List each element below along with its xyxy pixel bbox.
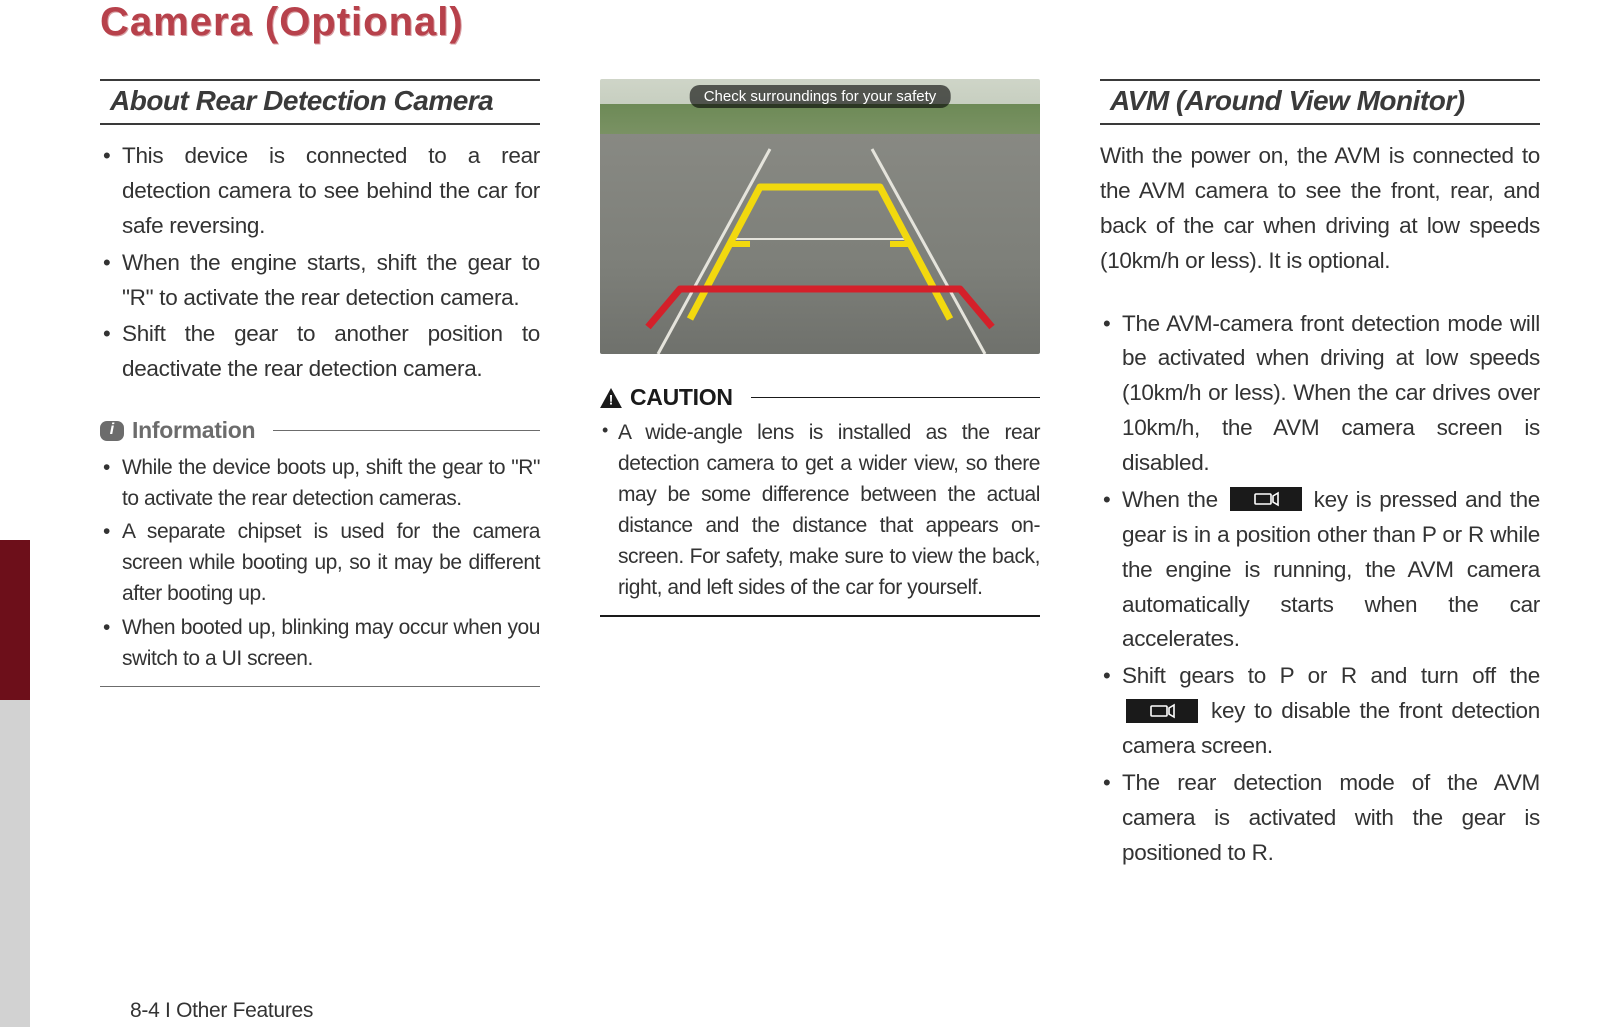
list-item: This device is connected to a rear detec… — [100, 139, 540, 244]
list-item: The rear detection mode of the AVM camer… — [1100, 766, 1540, 871]
section-heading-avm: AVM (Around View Monitor) — [1100, 79, 1540, 125]
avm-intro: With the power on, the AVM is connected … — [1100, 139, 1540, 279]
info-icon: i — [100, 421, 124, 441]
list-item: Shift the gear to another position to de… — [100, 317, 540, 387]
page-footer: 8-4 I Other Features — [130, 999, 313, 1023]
divider-line — [273, 430, 540, 432]
text-fragment: When the — [1122, 487, 1226, 512]
chapter-name: Other Features — [176, 999, 313, 1022]
page-title: Camera (Optional) — [100, 0, 1605, 45]
caution-bullets: A wide-angle lens is installed as the re… — [600, 417, 1040, 603]
rear-camera-screenshot: Check surroundings for your safety — [600, 79, 1040, 354]
camera-guidelines-overlay — [600, 79, 1040, 354]
rear-camera-bullets: This device is connected to a rear detec… — [100, 139, 540, 387]
svg-text:!: ! — [609, 392, 614, 407]
column-3: AVM (Around View Monitor) With the power… — [1100, 79, 1540, 901]
info-label: Information — [132, 417, 255, 444]
divider-line — [751, 397, 1040, 399]
list-item: A separate chipset is used for the camer… — [100, 516, 540, 609]
camera-overlay-text: Check surroundings for your safety — [690, 85, 951, 108]
avm-bullets: The AVM-camera front detection mode will… — [1100, 307, 1540, 871]
divider-line — [600, 615, 1040, 617]
columns: About Rear Detection Camera This device … — [100, 79, 1605, 901]
information-heading: i Information — [100, 417, 540, 444]
footer-divider: I — [159, 999, 176, 1022]
camera-key-icon — [1230, 487, 1302, 511]
list-item: When the engine starts, shift the gear t… — [100, 246, 540, 316]
tab-spacer — [0, 0, 30, 540]
list-item: The AVM-camera front detection mode will… — [1100, 307, 1540, 481]
content-area: Camera (Optional) About Rear Detection C… — [30, 0, 1605, 1027]
list-item: When booted up, blinking may occur when … — [100, 612, 540, 674]
column-1: About Rear Detection Camera This device … — [100, 79, 540, 901]
caution-heading: ! CAUTION — [600, 384, 1040, 411]
camera-key-icon — [1126, 699, 1198, 723]
list-item: When the key is pressed and the gear is … — [1100, 483, 1540, 657]
section-tab-active — [0, 540, 30, 700]
column-2: Check surroundings for your safety ! CAU… — [600, 79, 1040, 901]
divider-line — [100, 686, 540, 688]
left-tab-bar — [0, 0, 30, 1027]
section-heading-rear-camera: About Rear Detection Camera — [100, 79, 540, 125]
information-bullets: While the device boots up, shift the gea… — [100, 452, 540, 674]
list-item: While the device boots up, shift the gea… — [100, 452, 540, 514]
page-number: 8-4 — [130, 999, 159, 1022]
text-fragment: Shift gears to P or R and turn off the — [1122, 663, 1540, 688]
list-item: Shift gears to P or R and turn off the k… — [1100, 659, 1540, 764]
caution-icon: ! — [600, 388, 622, 408]
list-item: A wide-angle lens is installed as the re… — [600, 417, 1040, 603]
page: Camera (Optional) About Rear Detection C… — [0, 0, 1605, 1027]
section-tab-inactive — [0, 700, 30, 1027]
caution-label: CAUTION — [630, 384, 733, 411]
